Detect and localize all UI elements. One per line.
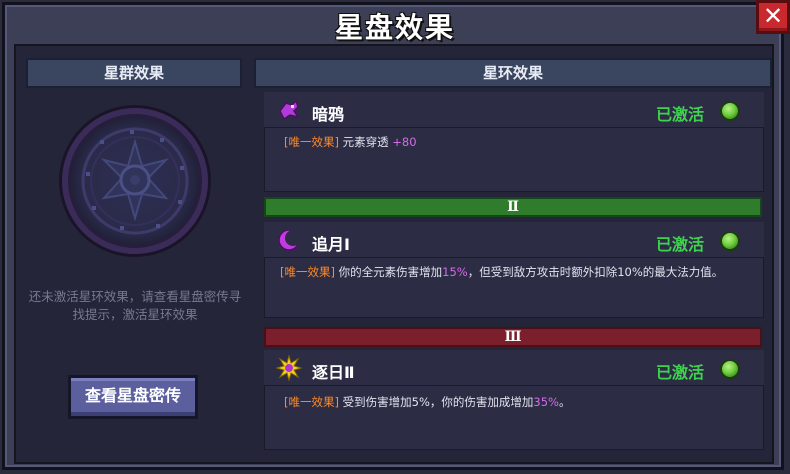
- effect-name: 暗鸦: [312, 105, 345, 124]
- window-title: 星盘效果: [334, 11, 455, 44]
- effect-description: [唯一效果] 元素穿透 +80: [284, 134, 754, 150]
- tier-2-divider: Ⅱ: [264, 197, 762, 217]
- tier-3-divider: Ⅲ: [264, 327, 762, 347]
- active-indicator-icon: [720, 101, 740, 121]
- effect-text-cont: ，但受到敌方攻击时额外扣除10%的最大法力值。: [467, 265, 724, 279]
- close-button[interactable]: ✕: [756, 0, 790, 34]
- effect-name: 逐日Ⅱ: [312, 363, 355, 382]
- status-active-label: 已激活: [656, 105, 705, 124]
- effect-text: 受到伤害增加5%，你的伤害加成增加: [338, 395, 534, 409]
- effect-name: 追月Ⅰ: [312, 235, 350, 254]
- star-disk-emblem: [62, 108, 208, 254]
- raven-icon: [276, 97, 302, 123]
- status-active-label: 已激活: [656, 235, 705, 254]
- effect-value: 15%: [442, 265, 468, 279]
- effect-value: 35%: [533, 395, 559, 409]
- effect-text: 元素穿透: [338, 135, 393, 149]
- sun-icon: [275, 354, 303, 382]
- effect-value: +80: [392, 135, 417, 149]
- crescent-moon-icon: [276, 227, 302, 253]
- star-disk-icon: [81, 127, 189, 235]
- effect-text: 你的全元素伤害增加: [334, 265, 443, 279]
- unique-effect-tag: [唯一效果]: [284, 135, 339, 149]
- ring-effects-header: 星环效果: [254, 58, 772, 88]
- active-indicator-icon: [720, 359, 740, 379]
- status-active-label: 已激活: [656, 363, 705, 382]
- effect-description: [唯一效果] 受到伤害增加5%，你的伤害加成增加35%。: [284, 394, 754, 410]
- constellation-effects-header: 星群效果: [26, 58, 242, 88]
- effect-description: [唯一效果] 你的全元素伤害增加15%，但受到敌方攻击时额外扣除10%的最大法力…: [280, 264, 750, 280]
- unique-effect-tag: [唯一效果]: [280, 265, 335, 279]
- hint-text: 还未激活星环效果，请查看星盘密传寻找提示，激活星环效果: [28, 289, 242, 322]
- view-star-secrets-button[interactable]: 查看星盘密传: [68, 375, 198, 419]
- effect-text-cont: 。: [558, 395, 571, 409]
- unique-effect-tag: [唯一效果]: [284, 395, 339, 409]
- active-indicator-icon: [720, 231, 740, 251]
